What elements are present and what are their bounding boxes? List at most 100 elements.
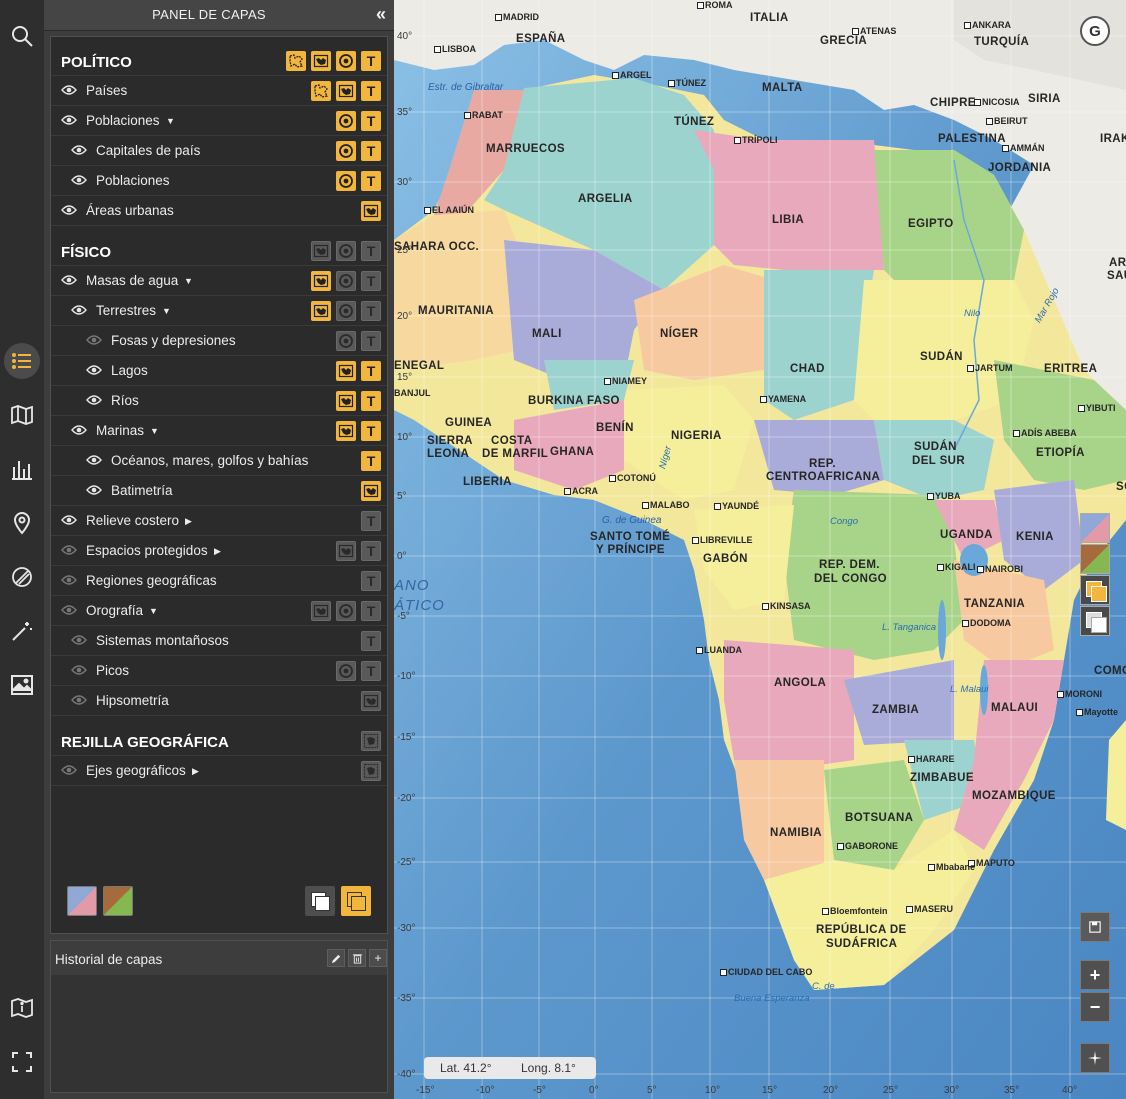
layer-row[interactable]: Regiones geográficas T: [51, 566, 387, 596]
map-layer-icon[interactable]: [336, 541, 356, 561]
opaque-mode-icon[interactable]: [341, 886, 371, 916]
caret-down-icon[interactable]: ▼: [162, 306, 171, 316]
layer-row[interactable]: Masas de agua ▼ T: [51, 266, 387, 296]
text-layer-icon[interactable]: T: [361, 51, 381, 71]
trash-icon[interactable]: [348, 949, 366, 967]
layer-row[interactable]: Batimetría: [51, 476, 387, 506]
layer-row[interactable]: Ejes geográficos ▶: [51, 756, 387, 786]
points-layer-icon[interactable]: [336, 661, 356, 681]
visibility-eye-icon[interactable]: [86, 364, 102, 376]
points-layer-icon[interactable]: [336, 141, 356, 161]
caret-down-icon[interactable]: ▼: [184, 276, 193, 286]
map-layer-icon[interactable]: [361, 691, 381, 711]
drawing-icon[interactable]: [4, 559, 40, 595]
pencil-icon[interactable]: [327, 949, 345, 967]
save-view-icon[interactable]: [1080, 912, 1110, 942]
visibility-eye-icon[interactable]: [61, 84, 77, 96]
layer-section-header[interactable]: FÍSICO T: [51, 236, 387, 266]
text-layer-icon[interactable]: T: [361, 81, 381, 101]
layer-row[interactable]: Marinas ▼ T: [51, 416, 387, 446]
points-layer-icon[interactable]: [336, 51, 356, 71]
layer-row[interactable]: Ríos T: [51, 386, 387, 416]
map-layer-icon[interactable]: [336, 421, 356, 441]
points-layer-icon[interactable]: [336, 111, 356, 131]
visibility-eye-icon[interactable]: [71, 144, 87, 156]
grid-layer-icon[interactable]: [361, 761, 381, 781]
locate-icon[interactable]: [1080, 1043, 1110, 1073]
visibility-eye-icon[interactable]: [71, 634, 87, 646]
text-layer-icon[interactable]: T: [361, 571, 381, 591]
layer-row[interactable]: Poblaciones T: [51, 166, 387, 196]
layers-list-icon[interactable]: [4, 343, 40, 379]
visibility-eye-icon[interactable]: [71, 424, 87, 436]
visibility-eye-icon[interactable]: [71, 664, 87, 676]
caret-right-icon[interactable]: ▶: [192, 766, 199, 777]
image-icon[interactable]: [4, 667, 40, 703]
layer-row[interactable]: Lagos T: [51, 356, 387, 386]
caret-right-icon[interactable]: ▶: [214, 546, 221, 557]
text-layer-icon[interactable]: T: [361, 111, 381, 131]
points-layer-icon[interactable]: [336, 241, 356, 261]
map-layer-icon[interactable]: [311, 271, 331, 291]
visibility-eye-icon[interactable]: [71, 304, 87, 316]
zoom-in-button[interactable]: +: [1080, 960, 1110, 990]
magic-wand-icon[interactable]: [4, 613, 40, 649]
physical-palette-icon[interactable]: [1080, 544, 1110, 574]
visibility-eye-icon[interactable]: [61, 544, 77, 556]
text-layer-icon[interactable]: T: [361, 661, 381, 681]
layer-row[interactable]: Orografía ▼ T: [51, 596, 387, 626]
map-layer-icon[interactable]: [311, 601, 331, 621]
political-style-icon[interactable]: [67, 886, 97, 916]
layer-row[interactable]: Capitales de país T: [51, 136, 387, 166]
caret-right-icon[interactable]: ▶: [185, 516, 192, 527]
opaque-layers-icon[interactable]: [1080, 575, 1110, 605]
layer-row[interactable]: Relieve costero ▶ T: [51, 506, 387, 536]
location-pin-icon[interactable]: [4, 505, 40, 541]
caret-down-icon[interactable]: ▼: [166, 116, 175, 126]
visibility-eye-icon[interactable]: [61, 764, 77, 776]
text-layer-icon[interactable]: T: [361, 271, 381, 291]
layer-section-header[interactable]: POLÍTICO T: [51, 46, 387, 76]
map-layer-icon[interactable]: [336, 361, 356, 381]
layer-row[interactable]: Terrestres ▼ T: [51, 296, 387, 326]
visibility-eye-icon[interactable]: [86, 454, 102, 466]
layer-row[interactable]: Océanos, mares, golfos y bahías T: [51, 446, 387, 476]
points-layer-icon[interactable]: [336, 601, 356, 621]
visibility-eye-icon[interactable]: [61, 114, 77, 126]
text-layer-icon[interactable]: T: [361, 391, 381, 411]
map-layer-icon[interactable]: [361, 201, 381, 221]
points-layer-icon[interactable]: [336, 271, 356, 291]
points-layer-icon[interactable]: [336, 331, 356, 351]
points-layer-icon[interactable]: [336, 171, 356, 191]
search-icon[interactable]: [4, 18, 40, 54]
visibility-eye-icon[interactable]: [61, 574, 77, 586]
visibility-eye-icon[interactable]: [71, 694, 87, 706]
map-info-icon[interactable]: [4, 990, 40, 1026]
text-layer-icon[interactable]: T: [361, 361, 381, 381]
fullscreen-icon[interactable]: [4, 1044, 40, 1080]
map-layer-icon[interactable]: [311, 241, 331, 261]
caret-down-icon[interactable]: ▼: [150, 426, 159, 436]
text-layer-icon[interactable]: T: [361, 421, 381, 441]
map-layer-icon[interactable]: [336, 81, 356, 101]
visibility-eye-icon[interactable]: [61, 514, 77, 526]
map-layer-icon[interactable]: [336, 391, 356, 411]
areas-layer-icon[interactable]: [311, 81, 331, 101]
layer-row[interactable]: Picos T: [51, 656, 387, 686]
physical-style-icon[interactable]: [103, 886, 133, 916]
visibility-eye-icon[interactable]: [61, 204, 77, 216]
statistics-icon[interactable]: [4, 451, 40, 487]
visibility-eye-icon[interactable]: [61, 604, 77, 616]
collapse-panel-icon[interactable]: «: [376, 5, 386, 23]
visibility-eye-icon[interactable]: [86, 394, 102, 406]
layer-row[interactable]: Fosas y depresiones T: [51, 326, 387, 356]
layer-section-header[interactable]: REJILLA GEOGRÁFICA: [51, 726, 387, 756]
visibility-eye-icon[interactable]: [71, 174, 87, 186]
map-layer-icon[interactable]: [311, 51, 331, 71]
political-palette-icon[interactable]: [1080, 513, 1110, 543]
caret-down-icon[interactable]: ▼: [149, 606, 158, 616]
text-layer-icon[interactable]: T: [361, 511, 381, 531]
grid-layer-icon[interactable]: [361, 731, 381, 751]
text-layer-icon[interactable]: T: [361, 631, 381, 651]
visibility-eye-icon[interactable]: [61, 274, 77, 286]
